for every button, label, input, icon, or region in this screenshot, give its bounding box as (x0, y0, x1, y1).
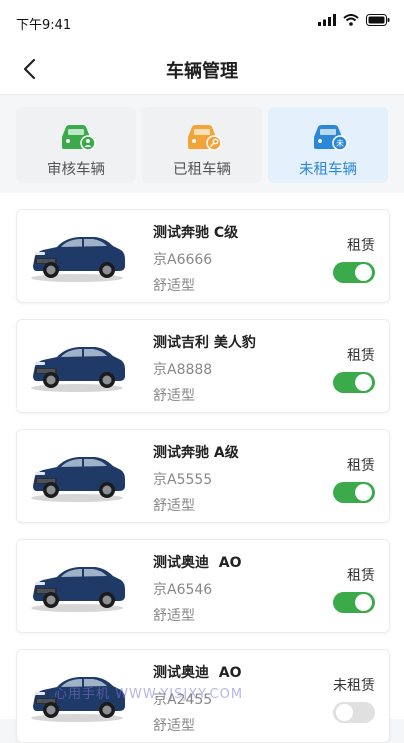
rent-status-label: 租赁 (347, 458, 375, 474)
vehicle-plate: 京A5555 (153, 472, 213, 488)
car-photo (27, 558, 127, 613)
car-photo (27, 228, 127, 283)
vehicle-name: 测试奥迪 AO (153, 555, 242, 571)
tab-label: 已租车辆 (173, 162, 231, 178)
toggle-knob (336, 704, 353, 721)
vehicle-name: 测试奔驰 C级 (153, 225, 239, 241)
vehicle-card[interactable]: 测试奥迪 AO 京A6546 舒适型 租赁 (16, 539, 390, 633)
svg-text:未: 未 (336, 138, 344, 148)
car-unrented-icon: 未 (314, 125, 348, 151)
vehicle-plate: 京A6546 (153, 582, 213, 598)
vehicle-card[interactable]: 测试奔驰 C级 京A6666 舒适型 租赁 (16, 209, 390, 303)
rent-status-label: 租赁 (347, 238, 375, 254)
vehicle-type: 舒适型 (153, 498, 195, 514)
rent-status-label: 租赁 (347, 568, 375, 584)
signal-icon (318, 14, 336, 26)
rent-toggle[interactable] (333, 262, 375, 283)
rent-toggle[interactable] (333, 482, 375, 503)
tab-unrented-vehicles[interactable]: 未 未租车辆 (268, 107, 388, 183)
rent-status-label: 租赁 (347, 348, 375, 364)
tab-rented-vehicles[interactable]: 已租车辆 (142, 107, 262, 183)
toggle-knob (355, 374, 372, 391)
toggle-knob (355, 264, 372, 281)
rent-status-label: 未租赁 (333, 678, 375, 694)
tab-audit-vehicles[interactable]: 审核车辆 (16, 107, 136, 183)
status-icons (318, 14, 390, 26)
vehicle-card[interactable]: 测试吉利 美人豹 京A8888 舒适型 租赁 (16, 319, 390, 413)
toggle-knob (355, 484, 372, 501)
nav-bar: 车辆管理 (0, 44, 404, 95)
vehicle-plate: 京A6666 (153, 252, 213, 268)
status-time: 下午9:41 (16, 18, 72, 33)
car-audit-icon (62, 125, 96, 151)
rent-toggle[interactable] (333, 592, 375, 613)
wifi-icon (343, 14, 359, 26)
vehicle-name: 测试奔驰 A级 (153, 445, 239, 461)
vehicle-name: 测试奥迪 AO (153, 665, 242, 681)
battery-icon (366, 14, 390, 26)
tab-label: 审核车辆 (47, 162, 105, 178)
page-title: 车辆管理 (166, 61, 238, 82)
vehicle-type: 舒适型 (153, 608, 195, 624)
toggle-knob (355, 594, 372, 611)
vehicle-name: 测试吉利 美人豹 (153, 335, 256, 351)
rent-toggle[interactable] (333, 702, 375, 723)
vehicle-plate: 京A8888 (153, 362, 213, 378)
vehicle-type: 舒适型 (153, 388, 195, 404)
car-key-icon (188, 125, 222, 151)
vehicle-list: 测试奔驰 C级 京A6666 舒适型 租赁 测试吉利 美人豹 京A8888 舒适… (0, 193, 404, 743)
vehicle-type: 舒适型 (153, 278, 195, 294)
tab-label: 未租车辆 (299, 162, 357, 178)
vehicle-card[interactable]: 测试奔驰 A级 京A5555 舒适型 租赁 (16, 429, 390, 523)
vehicle-type: 舒适型 (153, 718, 195, 734)
rent-toggle[interactable] (333, 372, 375, 393)
status-bar: 下午9:41 (0, 0, 404, 44)
car-photo (27, 338, 127, 393)
car-photo (27, 448, 127, 503)
watermark: 心用手机 WWW.YJSJXY.COM (54, 687, 244, 702)
